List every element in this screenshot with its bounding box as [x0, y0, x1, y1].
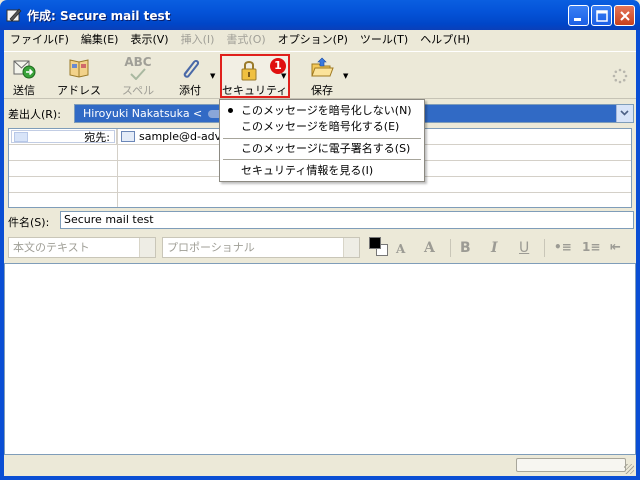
menu-separator [223, 138, 421, 139]
menu-options[interactable]: オプション(P) [272, 31, 354, 49]
address-book-icon [69, 59, 89, 78]
menu-item-label: セキュリティ情報を見る(I) [241, 164, 374, 177]
address-button[interactable]: アドレス [54, 54, 104, 98]
menu-view[interactable]: 表示(V) [124, 31, 174, 49]
address-label: アドレス [57, 84, 101, 97]
window-title: 作成: Secure mail test [27, 9, 171, 23]
message-body-editor[interactable] [4, 263, 636, 455]
recipient-type-select[interactable]: 宛先: [11, 130, 115, 144]
status-bar [4, 456, 636, 476]
italic-button[interactable]: I [491, 240, 498, 256]
save-folder-icon [311, 57, 334, 77]
menu-separator [223, 159, 421, 160]
sender-dropdown-button[interactable] [616, 105, 633, 122]
menu-format[interactable]: 書式(O) [220, 31, 271, 49]
subject-input[interactable]: Secure mail test [60, 211, 634, 229]
save-label: 保存 [311, 84, 333, 97]
toolbar-separator [450, 239, 451, 257]
menu-tools[interactable]: ツール(T) [354, 31, 414, 49]
spell-check-icon: ABC [124, 55, 152, 69]
security-label: セキュリティ [222, 84, 288, 97]
menu-file[interactable]: ファイル(F) [4, 31, 75, 49]
sender-value-text: Hiroyuki Nakatsuka < [83, 107, 203, 120]
bold-button[interactable]: B [460, 240, 471, 256]
recipient-type-cell: 宛先: [9, 129, 117, 144]
send-label: 送信 [13, 84, 35, 97]
spell-label: スペル [121, 84, 155, 97]
attach-label: 添付 [179, 84, 201, 97]
contact-card-icon [121, 130, 135, 142]
menu-insert[interactable]: 挿入(I) [175, 31, 221, 49]
main-toolbar: 送信 アドレス ABC スペル 添付 ▼ 1 セキュリティ ▼ 保存 ▼ [4, 51, 636, 99]
recipient-type-label: 宛先: [84, 131, 110, 144]
menu-bar: ファイル(F) 編集(E) 表示(V) 挿入(I) 書式(O) オプション(P)… [4, 30, 636, 50]
maximize-icon [596, 10, 608, 22]
menu-help[interactable]: ヘルプ(H) [414, 31, 476, 49]
paperclip-icon [183, 59, 200, 78]
security-button[interactable]: 1 セキュリティ ▼ [220, 54, 290, 98]
font-select[interactable]: プロポーショナル [162, 237, 360, 258]
menu-edit[interactable]: 編集(E) [75, 31, 125, 49]
numbered-list-button[interactable]: 1≡ [582, 240, 600, 254]
security-menu: このメッセージを暗号化しない(N) このメッセージを暗号化する(E) このメッセ… [219, 99, 425, 182]
send-button[interactable]: 送信 [6, 54, 42, 98]
window-frame-bottom [0, 476, 640, 480]
menu-item-label: このメッセージを暗号化する(E) [241, 120, 400, 133]
maximize-button[interactable] [591, 5, 612, 26]
outdent-button[interactable]: ⇤ [610, 240, 621, 255]
bullet-list-button[interactable]: •≡ [554, 240, 572, 254]
save-button[interactable]: 保存 ▼ [304, 54, 352, 98]
paragraph-format-value: 本文のテキスト [13, 241, 90, 254]
close-icon [620, 11, 630, 21]
text-color-swatch[interactable] [369, 237, 381, 249]
status-progress-panel [516, 458, 626, 472]
menu-item-encrypt[interactable]: このメッセージを暗号化する(E) [220, 120, 424, 133]
chevron-down-icon [343, 238, 359, 257]
subject-row: 件名(S): Secure mail test [4, 211, 636, 231]
larger-text-button[interactable]: A [424, 240, 435, 256]
minimize-icon [574, 18, 581, 21]
paragraph-format-select[interactable]: 本文のテキスト [8, 237, 156, 258]
subject-label: 件名(S): [8, 216, 50, 229]
send-icon [13, 60, 36, 79]
menu-item-security-info[interactable]: セキュリティ情報を見る(I) [220, 164, 424, 177]
save-dropdown-arrow[interactable]: ▼ [343, 72, 348, 80]
recipient-address-text: sample@d-adv [139, 130, 222, 143]
resize-grip[interactable] [624, 464, 634, 474]
title-bar[interactable]: 作成: Secure mail test [0, 0, 640, 30]
attach-dropdown-arrow[interactable]: ▼ [210, 72, 215, 80]
spell-button[interactable]: ABC スペル [116, 54, 160, 98]
radio-bullet-icon [228, 108, 233, 113]
chevron-down-icon [139, 238, 155, 257]
compose-app-icon [6, 8, 22, 22]
format-toolbar: 本文のテキスト プロポーショナル A A B I U •≡ 1≡ ⇤ [4, 233, 636, 261]
security-dropdown-arrow[interactable]: ▼ [281, 72, 286, 80]
font-value: プロポーショナル [167, 241, 255, 254]
close-button[interactable] [614, 5, 635, 26]
toolbar-separator [544, 239, 545, 257]
minimize-button[interactable] [568, 5, 589, 26]
attach-button[interactable]: 添付 ▼ [172, 54, 216, 98]
spell-check-mark [130, 68, 146, 80]
window-frame-right [636, 30, 640, 480]
menu-item-no-encrypt[interactable]: このメッセージを暗号化しない(N) [220, 104, 424, 117]
menu-item-label: このメッセージを暗号化しない(N) [241, 104, 412, 117]
sender-label: 差出人(R): [8, 108, 61, 121]
smaller-text-button[interactable]: A [396, 242, 405, 256]
recipient-address[interactable]: sample@d-adv [121, 129, 221, 144]
lock-icon [241, 61, 257, 81]
menu-item-label: このメッセージに電子署名する(S) [241, 142, 411, 155]
chevron-down-icon [620, 110, 629, 116]
menu-item-sign[interactable]: このメッセージに電子署名する(S) [220, 142, 424, 155]
activity-throbber-icon [612, 68, 628, 84]
chevron-down-icon [14, 132, 28, 142]
underline-button[interactable]: U [519, 240, 529, 256]
recipient-row-empty[interactable] [9, 193, 631, 209]
